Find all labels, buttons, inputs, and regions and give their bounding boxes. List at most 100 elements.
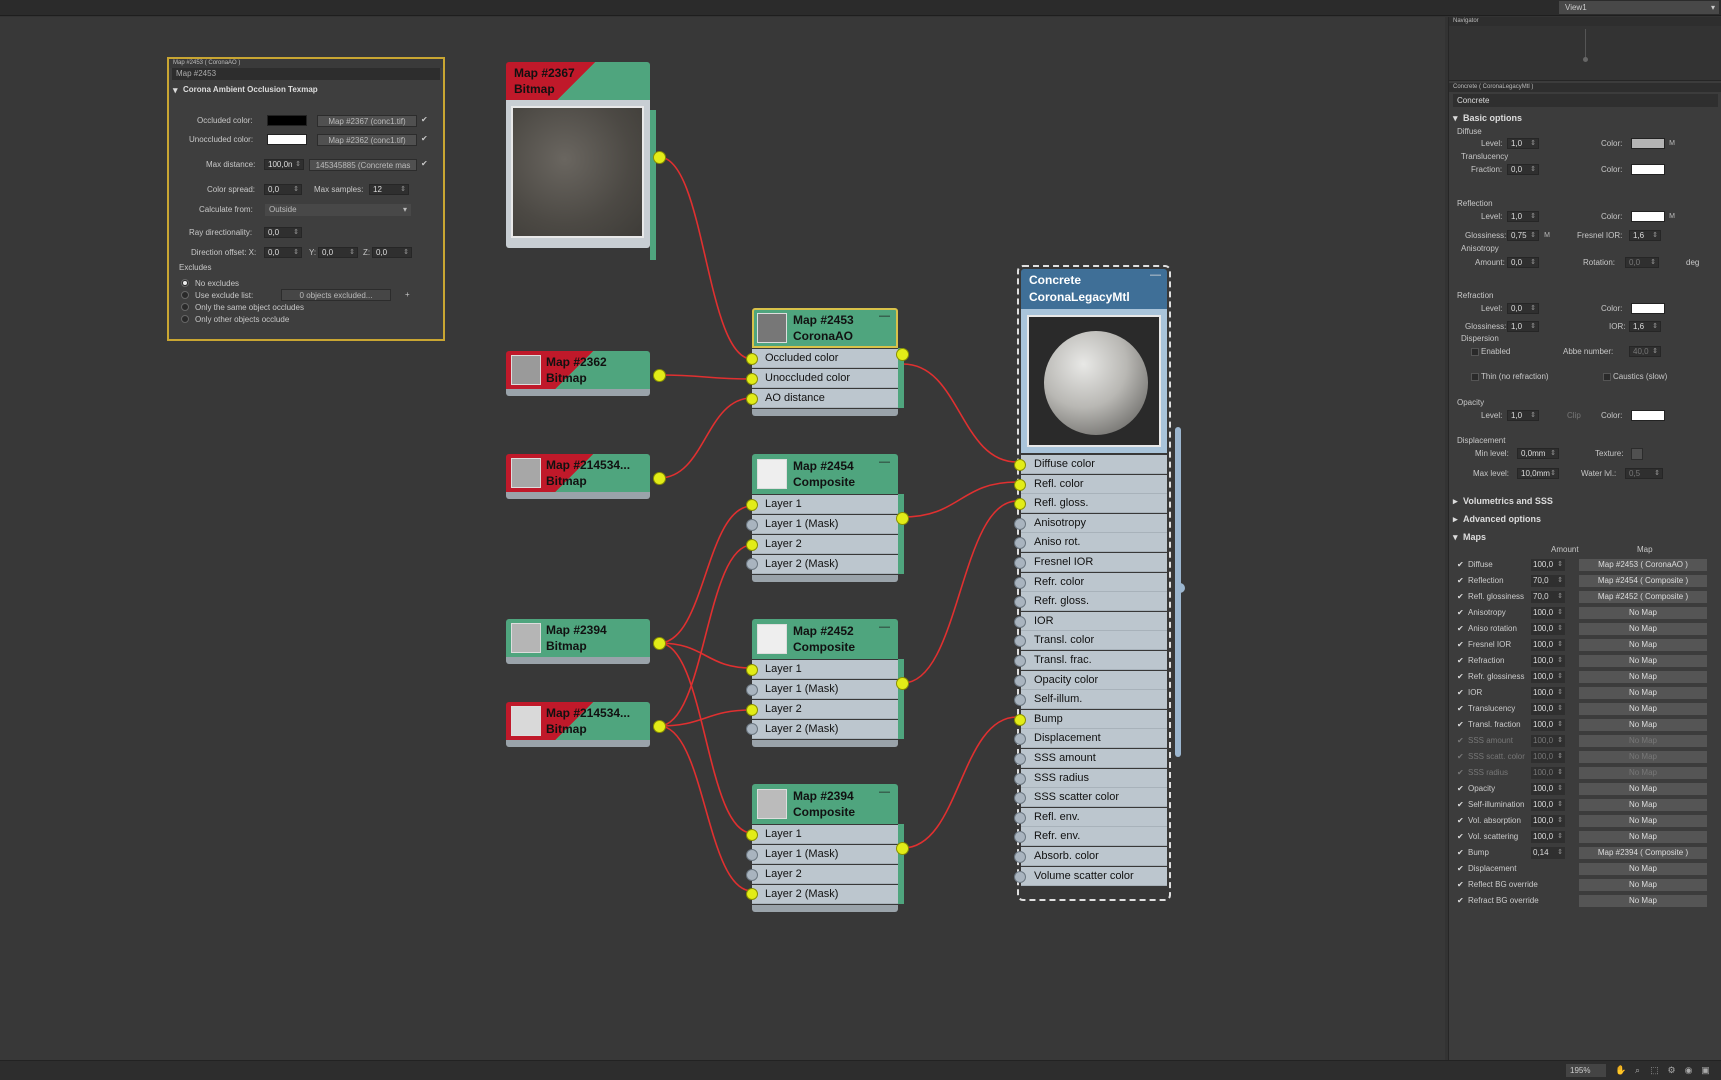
- input-socket[interactable]: [1014, 478, 1026, 491]
- slot-fresnel-ior[interactable]: Fresnel IOR: [1021, 553, 1167, 572]
- transl-color-swatch[interactable]: [1631, 164, 1665, 175]
- slot-layer-2-mask[interactable]: Layer 2 (Mask): [752, 885, 898, 904]
- output-socket[interactable]: [896, 512, 909, 525]
- map-slot-button[interactable]: Map #2454 ( Composite ): [1579, 575, 1707, 587]
- map-amount-spinner[interactable]: 100,0: [1531, 815, 1565, 827]
- refr-level-spinner[interactable]: 0,0: [1507, 303, 1539, 314]
- settings-icon[interactable]: ⚙: [1666, 1065, 1677, 1076]
- slot-layer-2[interactable]: Layer 2: [752, 865, 898, 884]
- input-socket[interactable]: [1014, 851, 1026, 863]
- ex-add-icon[interactable]: +: [405, 290, 410, 299]
- slot-ior[interactable]: IOR: [1021, 611, 1167, 631]
- node-bitmap-2362[interactable]: Map #2362 Bitmap: [506, 351, 666, 403]
- minimize-icon[interactable]: —: [879, 310, 890, 322]
- map-slot-button[interactable]: No Map: [1579, 831, 1707, 843]
- offset-x-spinner[interactable]: 0,0: [264, 247, 302, 258]
- map-slot-button[interactable]: No Map: [1579, 671, 1707, 683]
- slot-absorb-color[interactable]: Absorb. color: [1021, 847, 1167, 866]
- output-socket[interactable]: [653, 369, 666, 382]
- input-socket[interactable]: [1014, 557, 1026, 569]
- input-socket[interactable]: [746, 499, 758, 511]
- refl-map-button[interactable]: M: [1667, 212, 1677, 222]
- slot-sss-radius[interactable]: SSS radius: [1021, 768, 1167, 788]
- map-enable-checkbox[interactable]: ✔: [1457, 800, 1464, 809]
- slot-layer-2-mask[interactable]: Layer 2 (Mask): [752, 555, 898, 574]
- map-slot-button[interactable]: No Map: [1579, 735, 1707, 747]
- map-slot-button[interactable]: No Map: [1579, 655, 1707, 667]
- opac-level-spinner[interactable]: 1,0: [1507, 410, 1539, 421]
- input-socket[interactable]: [1014, 713, 1026, 726]
- map-enable-checkbox[interactable]: ✔: [1457, 640, 1464, 649]
- refl-color-swatch[interactable]: [1631, 211, 1665, 222]
- output-socket[interactable]: [653, 472, 666, 485]
- dispersion-enabled-checkbox[interactable]: [1471, 348, 1479, 356]
- map-amount-spinner[interactable]: 100,0: [1531, 767, 1565, 779]
- input-socket[interactable]: [746, 683, 758, 696]
- map-amount-spinner[interactable]: 100,0: [1531, 623, 1565, 635]
- map-slot-button[interactable]: No Map: [1579, 783, 1707, 795]
- input-socket[interactable]: [746, 664, 758, 676]
- region-zoom-icon[interactable]: ⬚: [1649, 1065, 1660, 1076]
- maxdist-check-icon[interactable]: ✔: [421, 159, 428, 168]
- node-bitmap-214534b[interactable]: Map #214534... Bitmap: [506, 702, 666, 754]
- maps-header[interactable]: Maps: [1449, 530, 1486, 544]
- slot-layer-1[interactable]: Layer 1: [752, 825, 898, 844]
- max-level-spinner[interactable]: 10,0mm: [1517, 468, 1559, 479]
- map-enable-checkbox[interactable]: ✔: [1457, 736, 1464, 745]
- map-slot-button[interactable]: No Map: [1579, 895, 1707, 907]
- slot-sss-amount[interactable]: SSS amount: [1021, 749, 1167, 768]
- map-slot-button[interactable]: No Map: [1579, 815, 1707, 827]
- node-coronaao-2453[interactable]: Map #2453 CoronaAO — Occluded color Unoc…: [746, 308, 909, 420]
- spread-spinner[interactable]: 0,0: [264, 184, 302, 195]
- map-amount-spinner[interactable]: 70,0: [1531, 591, 1565, 603]
- opac-color-swatch[interactable]: [1631, 410, 1665, 421]
- water-spinner[interactable]: 0,5: [1625, 468, 1663, 479]
- input-socket[interactable]: [746, 353, 758, 365]
- map-amount-spinner[interactable]: 100,0: [1531, 783, 1565, 795]
- map-amount-spinner[interactable]: 100,0: [1531, 607, 1565, 619]
- zoom-icon[interactable]: ⌕: [1632, 1065, 1643, 1076]
- map-enable-checkbox[interactable]: ✔: [1457, 672, 1464, 681]
- input-socket[interactable]: [1014, 517, 1026, 530]
- map-slot-button[interactable]: No Map: [1579, 767, 1707, 779]
- map-enable-checkbox[interactable]: ✔: [1457, 864, 1464, 873]
- input-socket[interactable]: [746, 372, 758, 385]
- occluded-check-icon[interactable]: ✔: [421, 115, 428, 124]
- slot-layer-1-mask[interactable]: Layer 1 (Mask): [752, 845, 898, 864]
- map-slot-button[interactable]: No Map: [1579, 623, 1707, 635]
- material-name-field[interactable]: Concrete: [1453, 94, 1718, 107]
- slot-anisotropy[interactable]: Anisotropy: [1021, 513, 1167, 533]
- map-amount-spinner[interactable]: 100,0: [1531, 687, 1565, 699]
- map-enable-checkbox[interactable]: ✔: [1457, 608, 1464, 617]
- volumetrics-header[interactable]: Volumetrics and SSS: [1449, 494, 1553, 508]
- map-amount-spinner[interactable]: 100,0: [1531, 719, 1565, 731]
- slot-ao-distance[interactable]: AO distance: [752, 389, 898, 408]
- slot-refr-env[interactable]: Refr. env.: [1021, 827, 1167, 847]
- slot-refl-env[interactable]: Refl. env.: [1021, 807, 1167, 827]
- map-slot-button[interactable]: No Map: [1579, 879, 1707, 891]
- slot-sss-scatter-color[interactable]: SSS scatter color: [1021, 788, 1167, 808]
- node-material-concrete[interactable]: Concrete CoronaLegacyMtl — Diffuse color…: [1014, 265, 1185, 901]
- map-enable-checkbox[interactable]: ✔: [1457, 848, 1464, 857]
- map-slot-button[interactable]: No Map: [1579, 703, 1707, 715]
- slot-layer-1-mask[interactable]: Layer 1 (Mask): [752, 515, 898, 534]
- map-amount-spinner[interactable]: 100,0: [1531, 799, 1565, 811]
- input-socket[interactable]: [1014, 674, 1026, 687]
- map-slot-button[interactable]: No Map: [1579, 687, 1707, 699]
- refl-level-spinner[interactable]: 1,0: [1507, 211, 1539, 222]
- map-slot-button[interactable]: Map #2452 ( Composite ): [1579, 591, 1707, 603]
- input-socket[interactable]: [1014, 459, 1026, 471]
- texture-button[interactable]: [1631, 448, 1643, 460]
- min-level-spinner[interactable]: 0,0mm: [1517, 448, 1559, 459]
- slot-layer-1[interactable]: Layer 1: [752, 495, 898, 514]
- node-bitmap-2394[interactable]: Map #2394 Bitmap: [506, 619, 666, 671]
- node-bitmap-214534a[interactable]: Map #214534... Bitmap: [506, 454, 666, 506]
- refr-gloss-spinner[interactable]: 1,0: [1507, 321, 1539, 332]
- map-enable-checkbox[interactable]: ✔: [1457, 768, 1464, 777]
- slot-refr-gloss[interactable]: Refr. gloss.: [1021, 592, 1167, 612]
- select-icon[interactable]: ◉: [1683, 1065, 1694, 1076]
- map-amount-spinner[interactable]: 100,0: [1531, 831, 1565, 843]
- node-composite-2452[interactable]: Map #2452 Composite — Layer 1 Layer 1 (M…: [746, 619, 909, 751]
- refr-color-swatch[interactable]: [1631, 303, 1665, 314]
- slot-occluded-color[interactable]: Occluded color: [752, 349, 898, 368]
